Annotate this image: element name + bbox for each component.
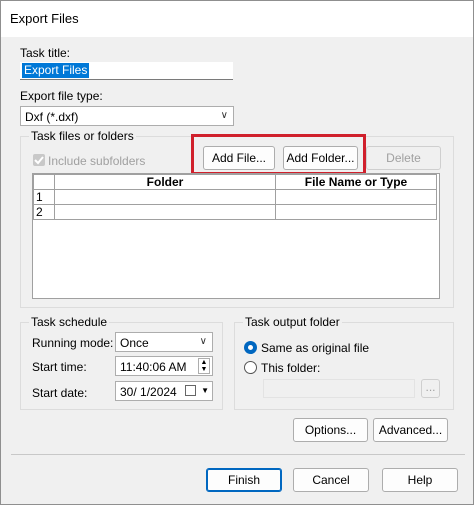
chevron-down-icon: ∨ bbox=[199, 336, 207, 347]
checkmark-icon bbox=[34, 156, 44, 165]
finish-button[interactable]: Finish bbox=[206, 468, 282, 492]
task-files-group-title: Task files or folders bbox=[29, 129, 136, 143]
cancel-button[interactable]: Cancel bbox=[293, 468, 369, 492]
files-table: Folder File Name or Type 1 2 bbox=[33, 174, 437, 220]
options-button[interactable]: Options... bbox=[293, 418, 368, 442]
task-title-label: Task title: bbox=[20, 46, 71, 60]
start-time-picker[interactable]: 11:40:06 AM ▲ ▼ bbox=[115, 356, 213, 376]
task-schedule-title: Task schedule bbox=[29, 315, 110, 329]
radio-dot-icon bbox=[248, 345, 253, 350]
filename-cell[interactable] bbox=[275, 204, 437, 220]
export-type-label: Export file type: bbox=[20, 89, 103, 103]
highlight-box bbox=[191, 134, 366, 175]
time-spinner[interactable]: ▲ ▼ bbox=[198, 358, 210, 374]
task-title-input[interactable]: Export Files bbox=[20, 62, 233, 80]
this-folder-radio[interactable] bbox=[244, 361, 257, 374]
running-mode-select[interactable]: Once ∨ bbox=[115, 332, 213, 352]
column-header-folder[interactable]: Folder bbox=[54, 174, 276, 190]
window-title: Export Files bbox=[10, 11, 79, 26]
filename-cell[interactable] bbox=[275, 189, 437, 205]
running-mode-value: Once bbox=[120, 336, 149, 350]
browse-folder-button[interactable]: ... bbox=[421, 379, 440, 398]
column-header-filename[interactable]: File Name or Type bbox=[275, 174, 437, 190]
delete-button[interactable]: Delete bbox=[366, 146, 441, 170]
advanced-button[interactable]: Advanced... bbox=[373, 418, 448, 442]
task-title-selected-text: Export Files bbox=[22, 63, 90, 78]
dropdown-arrow-icon[interactable]: ▼ bbox=[201, 386, 209, 395]
running-mode-label: Running mode: bbox=[32, 336, 114, 350]
same-as-original-radio[interactable] bbox=[244, 341, 257, 354]
include-subfolders-label: Include subfolders bbox=[48, 154, 146, 168]
divider bbox=[11, 454, 465, 455]
title-bar: Export Files bbox=[1, 1, 473, 37]
start-date-value: 30/ 1/2024 bbox=[120, 385, 177, 399]
table-row[interactable]: 1 bbox=[33, 189, 437, 205]
export-files-dialog: Export Files Task title: Export Files Ex… bbox=[0, 0, 474, 505]
row-number: 1 bbox=[33, 189, 55, 205]
export-type-select[interactable]: Dxf (*.dxf) ∨ bbox=[20, 106, 234, 126]
start-date-picker[interactable]: 30/ 1/2024 ▼ bbox=[115, 381, 213, 401]
folder-cell[interactable] bbox=[54, 189, 276, 205]
calendar-icon[interactable] bbox=[185, 385, 196, 396]
start-time-label: Start time: bbox=[32, 360, 87, 374]
chevron-down-icon: ∨ bbox=[220, 110, 228, 121]
start-time-value: 11:40:06 AM bbox=[120, 360, 187, 374]
include-subfolders-checkbox[interactable] bbox=[33, 154, 45, 166]
table-row[interactable]: 2 bbox=[33, 204, 437, 220]
help-button[interactable]: Help bbox=[382, 468, 458, 492]
export-type-value: Dxf (*.dxf) bbox=[25, 110, 79, 124]
start-date-label: Start date: bbox=[32, 386, 88, 400]
row-header-corner bbox=[33, 174, 55, 190]
same-as-original-label: Same as original file bbox=[261, 341, 370, 355]
this-folder-label: This folder: bbox=[261, 361, 321, 375]
output-folder-input[interactable] bbox=[263, 379, 415, 398]
task-output-title: Task output folder bbox=[243, 315, 342, 329]
folder-cell[interactable] bbox=[54, 204, 276, 220]
row-number: 2 bbox=[33, 204, 55, 220]
